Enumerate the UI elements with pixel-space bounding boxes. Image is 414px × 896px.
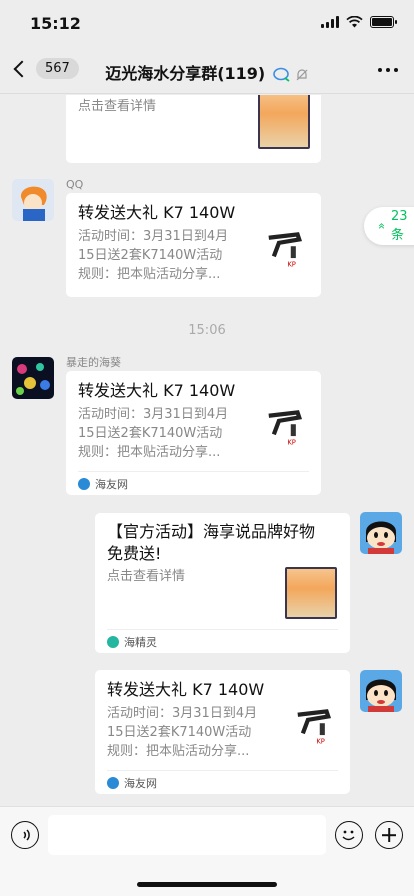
sender-name: 暴走的海葵 [66,356,121,369]
new-messages-count: 23条 [390,209,408,243]
source-icon [107,635,119,648]
source-icon [78,477,90,490]
card-thumbnail: KP [297,709,332,746]
card-description-line: 活动时间：3月31日到4月 [78,407,229,422]
card-description-line: 规则：把本贴活动分享... [78,445,221,460]
message-card[interactable]: 转发送大礼 K7 140W 活动时间：3月31日到4月 15日送2套K7140W… [66,371,321,495]
wifi-icon [346,16,363,28]
sender-name: QQ [66,178,84,191]
more-options-button[interactable] [378,68,398,72]
home-area [0,866,414,896]
chat-bubble-icon [272,67,290,82]
card-title-line: 【官方活动】海享说品牌好物 [107,522,316,541]
card-description-line: 活动时间：3月31日到4月 [107,706,258,721]
battery-icon [370,16,397,28]
card-thumbnail [285,567,337,619]
timestamp: 15:06 [188,323,226,338]
status-time: 15:12 [30,14,81,33]
chat-area[interactable]: 点击查看详情 23条 QQ 转发送大礼 K7 140W 活动时间：3月31日到4… [0,95,414,806]
card-source-name: 海友网 [95,477,128,491]
voice-input-button[interactable] [11,821,39,849]
card-title: 转发送大礼 K7 140W [78,381,236,400]
nav-bar: 567 迈光海水分享群(119) [0,46,414,94]
double-chevron-up-icon [378,223,385,229]
message-input[interactable] [48,815,326,855]
card-thumbnail: KP [268,232,303,269]
message-card[interactable]: 点击查看详情 [66,95,321,163]
plus-button[interactable] [375,821,403,849]
card-title: 转发送大礼 K7 140W [107,680,265,699]
card-description-line: 活动时间：3月31日到4月 [78,229,229,244]
chat-title: 迈光海水分享群(119) [105,64,266,83]
card-description-line: 15日送2套K7140W活动 [107,725,252,740]
message-card[interactable]: 转发送大礼 K7 140W 活动时间：3月31日到4月 15日送2套K7140W… [66,193,321,297]
card-thumbnail [258,95,310,149]
chat-title-wrap[interactable]: 迈光海水分享群(119) [0,60,414,84]
status-bar: 15:12 [0,0,414,46]
card-source-name: 海友网 [124,776,157,790]
card-title: 转发送大礼 K7 140W [78,203,236,222]
svg-text:KP: KP [287,439,296,447]
avatar[interactable] [12,179,54,221]
message-card[interactable]: 转发送大礼 K7 140W 活动时间：3月31日到4月 15日送2套K7140W… [95,670,350,794]
mute-bell-icon [296,68,308,80]
avatar[interactable] [360,670,402,712]
smiley-icon [342,830,355,841]
card-description-line: 规则：把本贴活动分享... [78,267,221,282]
voice-icon [20,829,30,841]
card-title-line: 免费送! [107,544,162,563]
card-description-line: 15日送2套K7140W活动 [78,426,223,441]
source-icon [107,776,119,789]
card-source: 海友网 [107,770,338,794]
card-source: 海精灵 [107,629,338,653]
card-source-name: 海精灵 [124,635,157,649]
card-description: 点击查看详情 [107,569,186,584]
card-thumbnail: KP [268,410,303,447]
status-icons [321,16,397,28]
cellular-signal-icon [321,16,339,28]
card-source: 海友网 [78,471,309,495]
home-indicator[interactable] [137,882,277,887]
card-description-line: 15日送2套K7140W活动 [78,248,223,263]
avatar[interactable] [12,357,54,399]
emoji-button[interactable] [335,821,363,849]
message-card[interactable]: 【官方活动】海享说品牌好物 免费送! 点击查看详情 海精灵 [95,513,350,653]
card-description-line: 规则：把本贴活动分享... [107,744,250,759]
svg-text:KP: KP [316,738,325,746]
card-description: 点击查看详情 [78,99,157,114]
new-messages-pill[interactable]: 23条 [364,207,414,245]
svg-text:KP: KP [287,261,296,269]
input-bar [0,806,414,866]
avatar[interactable] [360,512,402,554]
